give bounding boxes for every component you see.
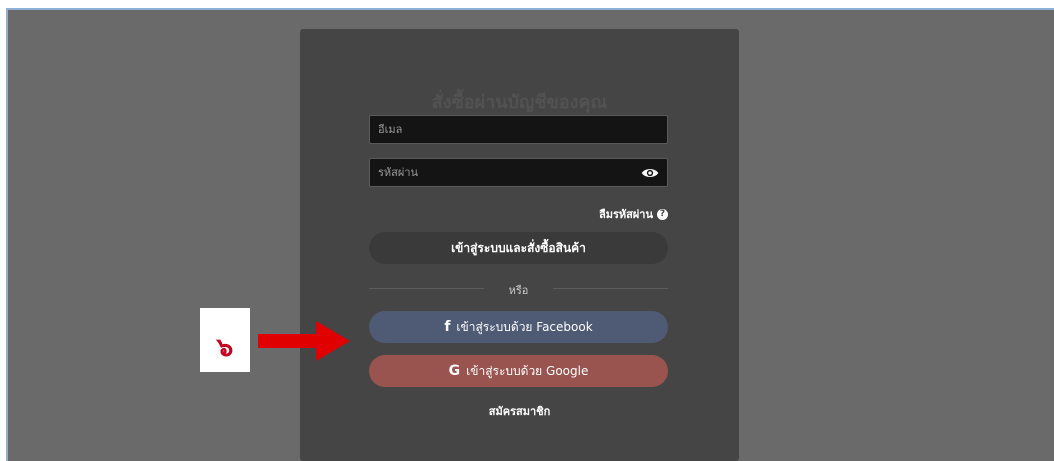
forgot-password-label: ลืมรหัสผ่าน xyxy=(598,208,653,221)
step-number-badge: ๖ xyxy=(200,308,250,372)
login-panel: สั่งซื้อผ่านบัญชีของคุณ ลืมรหัสผ่าน ? เข… xyxy=(300,29,739,461)
google-icon: G xyxy=(448,363,461,379)
forgot-password-link[interactable]: ลืมรหัสผ่าน ? xyxy=(599,205,668,223)
password-input[interactable] xyxy=(370,159,667,186)
facebook-login-button[interactable]: f เข้าสู่ระบบด้วย Facebook xyxy=(369,311,668,343)
google-login-button[interactable]: G เข้าสู่ระบบด้วย Google xyxy=(369,355,668,387)
login-title: สั่งซื้อผ่านบัญชีของคุณ xyxy=(431,92,608,113)
eye-icon[interactable] xyxy=(641,165,659,181)
facebook-login-label: เข้าสู่ระบบด้วย Facebook xyxy=(456,319,593,334)
or-label: หรือ xyxy=(508,284,529,297)
red-arrow-icon xyxy=(258,321,350,361)
signup-link[interactable]: สมัครสมาชิก xyxy=(300,402,739,420)
facebook-icon: f xyxy=(444,319,451,335)
email-field-wrapper xyxy=(369,115,668,144)
password-field-wrapper xyxy=(369,158,668,187)
google-login-label: เข้าสู่ระบบด้วย Google xyxy=(466,363,589,378)
login-order-button[interactable]: เข้าสู่ระบบและสั่งซื้อสินค้า xyxy=(369,232,668,264)
or-divider: หรือ xyxy=(369,281,668,297)
email-input[interactable] xyxy=(370,116,667,143)
login-order-label: เข้าสู่ระบบและสั่งซื้อสินค้า xyxy=(451,240,586,255)
question-circle-icon: ? xyxy=(657,208,668,220)
